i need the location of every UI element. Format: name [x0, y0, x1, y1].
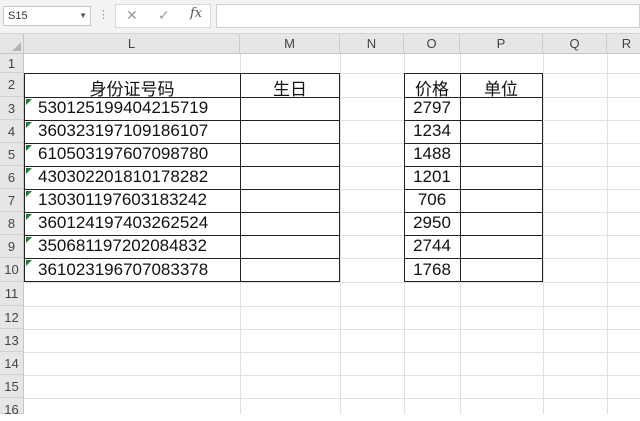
row-header-9[interactable]: 9 [0, 235, 24, 258]
id-cell[interactable]: 130301197603183242 [38, 190, 207, 210]
table-border [404, 258, 543, 259]
more-icon[interactable]: ⋮ [98, 8, 109, 21]
table-border [542, 73, 543, 282]
row-header-7[interactable]: 7 [0, 189, 24, 212]
grid-line [24, 282, 640, 283]
grid-line [24, 306, 640, 307]
id-cell[interactable]: 360124197403262524 [38, 213, 208, 233]
header-unit[interactable]: 单位 [460, 75, 542, 100]
select-all-button[interactable] [0, 34, 24, 54]
error-indicator-icon[interactable] [26, 168, 32, 174]
id-cell[interactable]: 361023196707083378 [38, 260, 208, 280]
name-box-value: S15 [8, 10, 28, 22]
header-birthday[interactable]: 生日 [240, 75, 340, 100]
table-border [339, 73, 340, 282]
column-header-Q[interactable]: Q [543, 34, 607, 54]
price-cell[interactable]: 2744 [404, 236, 460, 256]
column-header-N[interactable]: N [340, 34, 404, 54]
table-border [404, 73, 543, 74]
table-border [24, 73, 25, 282]
column-header-O[interactable]: O [404, 34, 460, 54]
formula-input[interactable] [216, 4, 640, 28]
id-cell[interactable]: 430302201810178282 [38, 167, 208, 187]
price-cell[interactable]: 1234 [404, 121, 460, 141]
grid-line [24, 398, 640, 399]
grid-line [24, 375, 640, 376]
header-id-number[interactable]: 身份证号码 [24, 75, 240, 100]
table-border [24, 73, 340, 74]
table-border [460, 73, 461, 282]
grid-line [340, 54, 341, 414]
row-header-11[interactable]: 11 [0, 282, 24, 306]
column-header-M[interactable]: M [240, 34, 340, 54]
close-icon[interactable]: ✕ [126, 7, 138, 23]
id-cell[interactable]: 530125199404215719 [38, 98, 208, 118]
table-border [240, 73, 241, 282]
table-border [404, 281, 543, 282]
row-header-14[interactable]: 14 [0, 352, 24, 375]
column-header-P[interactable]: P [460, 34, 543, 54]
formula-bar: S15 ▼ ⋮ ✕ ✓ fx [0, 0, 640, 34]
error-indicator-icon[interactable] [26, 214, 32, 220]
error-indicator-icon[interactable] [26, 122, 32, 128]
row-header-10[interactable]: 10 [0, 258, 24, 282]
price-cell[interactable]: 706 [404, 190, 460, 210]
row-header-4[interactable]: 4 [0, 120, 24, 143]
row-header-15[interactable]: 15 [0, 375, 24, 398]
column-header-L[interactable]: L [24, 34, 240, 54]
price-cell[interactable]: 2950 [404, 213, 460, 233]
grid-line [543, 54, 544, 414]
row-header-13[interactable]: 13 [0, 329, 24, 352]
select-all-icon [12, 42, 21, 51]
header-price[interactable]: 价格 [404, 75, 460, 100]
error-indicator-icon[interactable] [26, 99, 32, 105]
grid-line [24, 329, 640, 330]
row-header-5[interactable]: 5 [0, 143, 24, 166]
row-header-2[interactable]: 2 [0, 73, 24, 97]
price-cell[interactable]: 2797 [404, 98, 460, 118]
row-header-1[interactable]: 1 [0, 54, 24, 73]
table-border [24, 281, 340, 282]
error-indicator-icon[interactable] [26, 260, 32, 266]
error-indicator-icon[interactable] [26, 191, 32, 197]
price-cell[interactable]: 1768 [404, 260, 460, 280]
id-cell[interactable]: 610503197607098780 [38, 144, 208, 164]
column-header-R[interactable]: R [607, 34, 640, 54]
error-indicator-icon[interactable] [26, 237, 32, 243]
error-indicator-icon[interactable] [26, 145, 32, 151]
price-cell[interactable]: 1201 [404, 167, 460, 187]
id-cell[interactable]: 360323197109186107 [38, 121, 208, 141]
grid-line [607, 54, 608, 414]
check-icon[interactable]: ✓ [158, 7, 170, 23]
row-header-6[interactable]: 6 [0, 166, 24, 189]
price-cell[interactable]: 1488 [404, 144, 460, 164]
table-border [24, 258, 340, 259]
row-header-12[interactable]: 12 [0, 306, 24, 329]
row-header-16[interactable]: 16 [0, 398, 24, 417]
fx-icon[interactable]: fx [190, 6, 202, 21]
row-header-3[interactable]: 3 [0, 97, 24, 120]
id-cell[interactable]: 350681197202084832 [38, 236, 207, 256]
name-box[interactable]: S15 ▼ [3, 6, 91, 26]
grid-line [24, 352, 640, 353]
row-header-8[interactable]: 8 [0, 212, 24, 235]
chevron-down-icon[interactable]: ▼ [79, 7, 87, 25]
